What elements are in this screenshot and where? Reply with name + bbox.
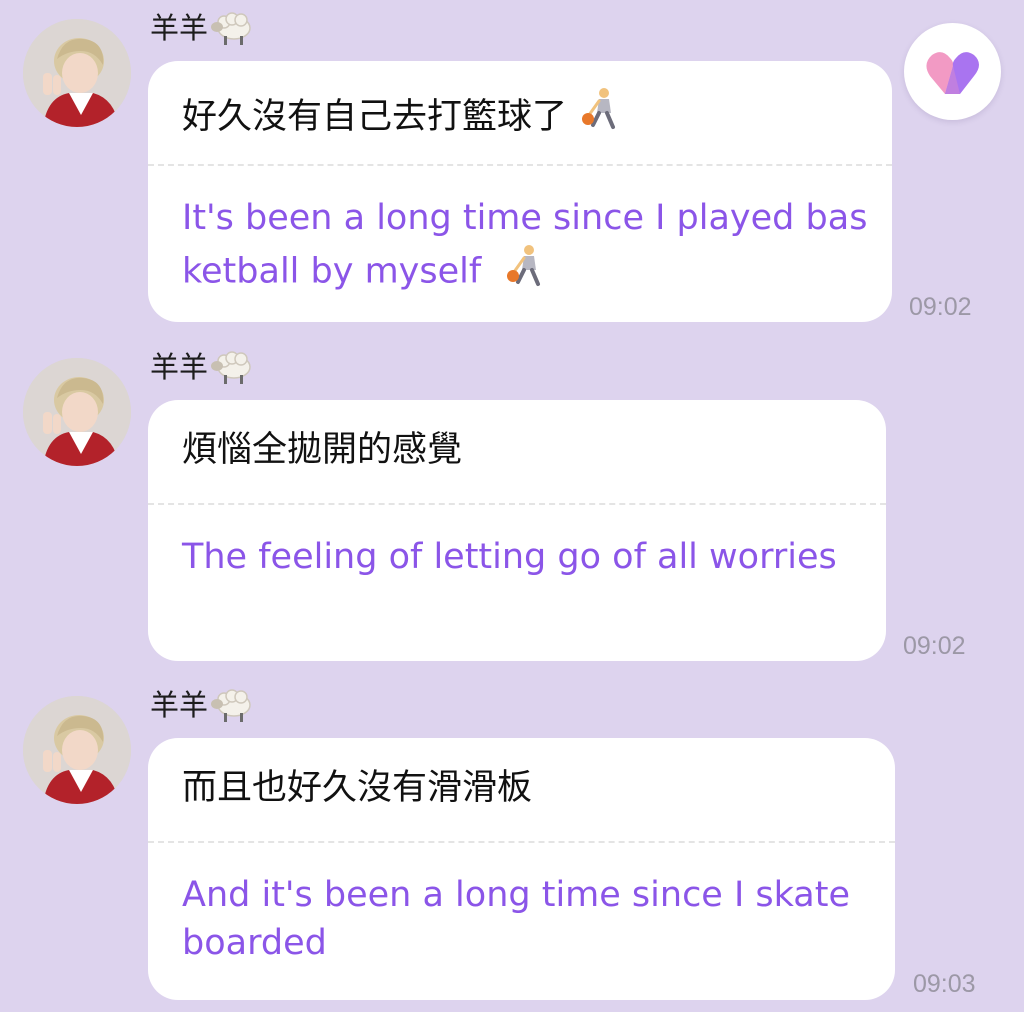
message-timestamp: 09:02 xyxy=(903,632,966,660)
sheep-icon xyxy=(210,347,256,387)
sender-name-text: 羊羊 xyxy=(150,350,209,384)
message-row: 羊羊 而且也好久沒有滑滑板 And it's been a long time … xyxy=(0,677,1024,1012)
original-text-content: 而且也好久沒有滑滑板 xyxy=(182,768,533,808)
avatar[interactable] xyxy=(23,696,131,804)
sheep-icon xyxy=(210,685,256,725)
message-row: 羊羊 好久沒有自己去打籃球了 It's been a long time sin… xyxy=(0,0,1024,330)
sender-name: 羊羊 xyxy=(150,685,256,725)
original-text: 好久沒有自己去打籃球了 xyxy=(182,85,625,148)
basketball-player-icon xyxy=(577,85,625,148)
sender-name: 羊羊 xyxy=(150,347,256,387)
message-bubble[interactable]: 煩惱全拋開的感覺 The feeling of letting go of al… xyxy=(148,400,886,661)
chat-area: 羊羊 好久沒有自己去打籃球了 It's been a long time sin… xyxy=(0,0,1024,1012)
translation-text-content: And it's been a long time since I skateb… xyxy=(182,875,851,963)
original-text: 而且也好久沒有滑滑板 xyxy=(182,762,532,814)
divider xyxy=(148,503,886,505)
divider xyxy=(148,841,895,843)
avatar[interactable] xyxy=(23,358,131,466)
message-bubble[interactable]: 而且也好久沒有滑滑板 And it's been a long time sin… xyxy=(148,738,895,1000)
sheep-icon xyxy=(210,8,256,48)
original-text-content: 煩惱全拋開的感覺 xyxy=(182,430,463,470)
translation-text-content: The feeling of letting go of all worries xyxy=(182,537,837,577)
divider xyxy=(148,164,892,166)
sender-name-text: 羊羊 xyxy=(150,688,209,722)
original-text: 煩惱全拋開的感覺 xyxy=(182,424,462,476)
sender-name: 羊羊 xyxy=(150,8,256,48)
heart-reaction-button[interactable] xyxy=(904,23,1001,120)
heart-icon xyxy=(926,52,979,94)
translation-text: It's been a long time since I played bas… xyxy=(182,194,872,303)
message-timestamp: 09:02 xyxy=(909,293,972,321)
sender-name-text: 羊羊 xyxy=(150,11,209,45)
avatar[interactable] xyxy=(23,19,131,127)
basketball-player-icon xyxy=(502,242,550,303)
translation-text: And it's been a long time since I skateb… xyxy=(182,871,872,967)
message-timestamp: 09:03 xyxy=(913,970,976,998)
message-row: 羊羊 煩惱全拋開的感覺 The feeling of letting go of… xyxy=(0,339,1024,669)
message-bubble[interactable]: 好久沒有自己去打籃球了 It's been a long time since … xyxy=(148,61,892,322)
original-text-content: 好久沒有自己去打籃球了 xyxy=(182,96,568,137)
translation-text: The feeling of letting go of all worries xyxy=(182,533,862,581)
